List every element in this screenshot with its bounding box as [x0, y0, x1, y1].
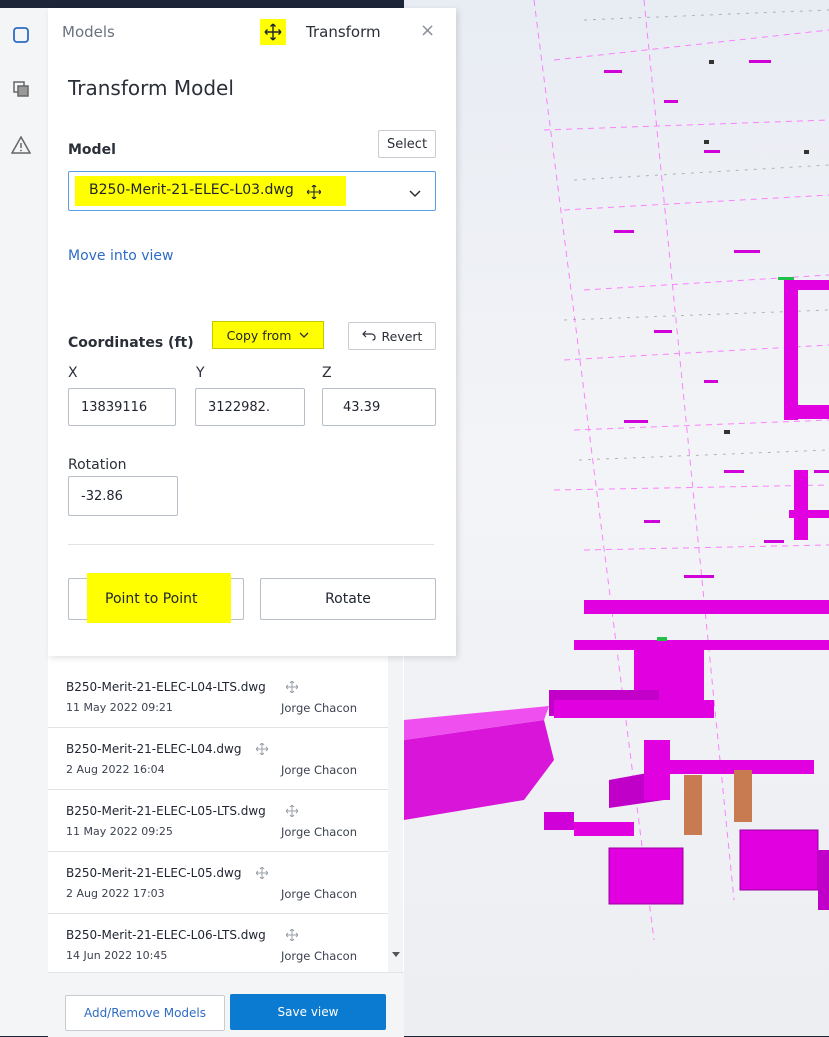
- copy-from-button[interactable]: Copy from: [212, 321, 324, 349]
- 3d-viewport[interactable]: [404, 0, 829, 1036]
- list-item[interactable]: B250-Merit-21-ELEC-L06-LTS.dwg 14 Jun 20…: [48, 914, 391, 975]
- y-field[interactable]: 3122982.: [195, 388, 305, 426]
- chevron-down-icon: [409, 184, 421, 203]
- list-item[interactable]: B250-Merit-21-ELEC-L04.dwg 2 Aug 2022 16…: [48, 728, 391, 790]
- model-select[interactable]: B250-Merit-21-ELEC-L03.dwg: [68, 171, 436, 211]
- add-remove-models-button[interactable]: Add/Remove Models: [65, 995, 225, 1031]
- coordinates-label: Coordinates (ft): [68, 335, 194, 351]
- panel-tabs: Models Transform ×: [48, 8, 456, 56]
- move-icon[interactable]: [260, 19, 286, 45]
- move-icon: [285, 926, 299, 945]
- layers-icon[interactable]: [10, 78, 32, 100]
- model-user: Jorge Chacon: [281, 825, 357, 839]
- model-select-value: B250-Merit-21-ELEC-L03.dwg: [89, 182, 294, 198]
- footer-bar: Add/Remove Models Save view: [48, 972, 404, 1037]
- move-icon: [285, 678, 299, 697]
- list-item[interactable]: B250-Merit-21-ELEC-L05.dwg 2 Aug 2022 17…: [48, 852, 391, 914]
- model-user: Jorge Chacon: [281, 701, 357, 715]
- move-icon: [255, 864, 269, 883]
- select-button[interactable]: Select: [378, 130, 436, 158]
- revert-label: Revert: [381, 328, 423, 344]
- model-user: Jorge Chacon: [281, 949, 357, 963]
- chevron-down-icon: [299, 328, 309, 343]
- move-icon: [255, 740, 269, 759]
- transform-panel: Models Transform × Transform Model Model…: [48, 8, 456, 656]
- model-user: Jorge Chacon: [281, 763, 357, 777]
- x-label: X: [68, 365, 78, 381]
- undo-icon: [361, 329, 376, 344]
- move-icon: [285, 802, 299, 821]
- left-rail: [0, 8, 49, 1036]
- warning-icon[interactable]: [10, 134, 32, 156]
- model-date: 2 Aug 2022 16:04: [66, 763, 165, 776]
- rotate-button[interactable]: Rotate: [260, 578, 436, 620]
- model-date: 14 Jun 2022 10:45: [66, 949, 168, 962]
- model-name: B250-Merit-21-ELEC-L04.dwg: [66, 742, 242, 756]
- list-item[interactable]: B250-Merit-21-ELEC-L05-LTS.dwg 11 May 20…: [48, 790, 391, 852]
- tab-models[interactable]: Models: [62, 23, 115, 41]
- scroll-down-icon[interactable]: [392, 952, 400, 957]
- cube-icon[interactable]: [10, 24, 32, 46]
- model-label: Model: [68, 142, 116, 158]
- model-user: Jorge Chacon: [281, 887, 357, 901]
- model-name: B250-Merit-21-ELEC-L05.dwg: [66, 866, 242, 880]
- save-view-button[interactable]: Save view: [230, 994, 386, 1030]
- point-to-point-button[interactable]: Point to Point: [68, 573, 244, 623]
- tab-transform[interactable]: Transform: [306, 23, 381, 41]
- model-name: B250-Merit-21-ELEC-L04-LTS.dwg: [66, 680, 266, 694]
- close-icon[interactable]: ×: [420, 20, 435, 41]
- model-date: 2 Aug 2022 17:03: [66, 887, 165, 900]
- z-label: Z: [322, 365, 332, 381]
- move-into-view-link[interactable]: Move into view: [68, 248, 174, 264]
- y-label: Y: [196, 365, 205, 381]
- rotation-field[interactable]: -32.86: [68, 476, 178, 516]
- scrollbar[interactable]: [388, 656, 403, 972]
- list-item[interactable]: B250-Merit-21-ELEC-L04-LTS.dwg 11 May 20…: [48, 666, 391, 728]
- point-to-point-label: Point to Point: [105, 591, 198, 607]
- z-field[interactable]: 43.39: [322, 388, 436, 426]
- model-date: 11 May 2022 09:21: [66, 701, 173, 714]
- model-name: B250-Merit-21-ELEC-L06-LTS.dwg: [66, 928, 266, 942]
- panel-title: Transform Model: [68, 76, 234, 100]
- copy-from-label: Copy from: [226, 327, 292, 343]
- model-date: 11 May 2022 09:25: [66, 825, 173, 838]
- move-icon: [306, 184, 322, 203]
- model-name: B250-Merit-21-ELEC-L05-LTS.dwg: [66, 804, 266, 818]
- divider: [68, 544, 434, 545]
- model-geometry: [404, 0, 829, 941]
- x-field[interactable]: 13839116: [68, 388, 176, 426]
- models-list-panel: B250-Merit-21-ELEC-L04-LTS.dwg 11 May 20…: [48, 656, 404, 1037]
- rotation-label: Rotation: [68, 457, 127, 473]
- revert-button[interactable]: Revert: [348, 322, 436, 350]
